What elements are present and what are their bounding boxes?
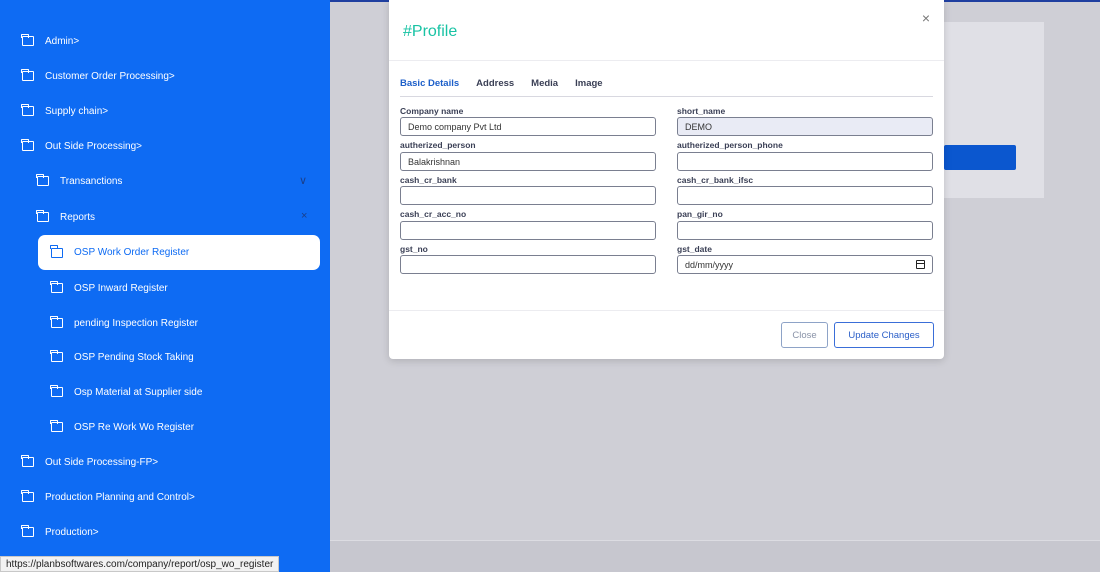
sidebar-item-label: Out Side Processing-FP> xyxy=(45,456,159,468)
cash-cr-acc-no-label: cash_cr_acc_no xyxy=(400,209,467,219)
profile-modal: #Profile × Basic Details Address Media I… xyxy=(389,0,944,359)
sidebar-item-osp-pending-stock-taking[interactable]: OSP Pending Stock Taking xyxy=(50,348,194,366)
sidebar: Admin> Customer Order Processing> Supply… xyxy=(0,0,330,572)
sidebar-item-label: Transanctions xyxy=(60,175,123,187)
sidebar-item-out-side-processing[interactable]: Out Side Processing> xyxy=(21,137,142,155)
sidebar-item-transanctions[interactable]: Transanctions xyxy=(36,172,123,190)
modal-title: #Profile xyxy=(403,23,458,40)
close-icon[interactable]: × xyxy=(301,210,307,222)
folder-icon xyxy=(50,419,63,432)
folder-icon xyxy=(21,454,34,467)
folder-icon xyxy=(50,349,63,362)
modal-tabs: Basic Details Address Media Image xyxy=(400,78,603,89)
folder-icon xyxy=(36,209,49,222)
update-changes-button[interactable]: Update Changes xyxy=(834,322,934,348)
folder-icon xyxy=(21,524,34,537)
cash-cr-bank-ifsc-label: cash_cr_bank_ifsc xyxy=(677,175,754,185)
folder-icon xyxy=(21,33,34,46)
sidebar-item-label: Supply chain> xyxy=(45,105,109,117)
background-card xyxy=(944,22,1044,198)
gst-date-label: gst_date xyxy=(677,244,712,254)
cash-cr-acc-no-input[interactable] xyxy=(400,221,656,240)
autherized-person-input[interactable]: Balakrishnan xyxy=(400,152,656,171)
sidebar-item-label: Production Planning and Control> xyxy=(45,491,195,503)
tab-address[interactable]: Address xyxy=(476,78,514,89)
sidebar-item-label: Production> xyxy=(45,526,99,538)
sidebar-item-label: Out Side Processing> xyxy=(45,140,142,152)
background-footer xyxy=(330,540,1100,572)
sidebar-item-customer-order-processing[interactable]: Customer Order Processing> xyxy=(21,67,175,85)
sidebar-item-osp-inward-register[interactable]: OSP Inward Register xyxy=(50,279,168,297)
sidebar-item-label: OSP Pending Stock Taking xyxy=(74,351,194,363)
sidebar-item-label: OSP Work Order Register xyxy=(74,247,190,258)
cash-cr-bank-label: cash_cr_bank xyxy=(400,175,457,185)
sidebar-item-label: Admin> xyxy=(45,35,80,47)
folder-icon xyxy=(21,489,34,502)
sidebar-item-out-side-processing-fp[interactable]: Out Side Processing-FP> xyxy=(21,453,159,471)
sidebar-item-production[interactable]: Production> xyxy=(21,523,99,541)
folder-icon xyxy=(21,68,34,81)
pan-gir-no-input[interactable] xyxy=(677,221,933,240)
sidebar-item-osp-material-at-supplier-side[interactable]: Osp Material at Supplier side xyxy=(50,383,203,401)
folder-icon xyxy=(50,315,63,328)
cash-cr-bank-ifsc-input[interactable] xyxy=(677,186,933,205)
company-name-input[interactable]: Demo company Pvt Ltd xyxy=(400,117,656,136)
short-name-input[interactable]: DEMO xyxy=(677,117,933,136)
calendar-icon[interactable] xyxy=(916,260,925,269)
modal-header-divider xyxy=(389,60,944,61)
sidebar-item-admin[interactable]: Admin> xyxy=(21,32,80,50)
sidebar-item-label: pending Inspection Register xyxy=(74,317,198,329)
sidebar-item-supply-chain[interactable]: Supply chain> xyxy=(21,102,109,120)
folder-icon xyxy=(36,173,49,186)
autherized-person-label: autherized_person xyxy=(400,140,476,150)
gst-date-input[interactable]: dd/mm/yyyy xyxy=(677,255,933,274)
gst-date-value: dd/mm/yyyy xyxy=(685,259,734,270)
modal-footer-divider xyxy=(389,310,944,311)
background-button xyxy=(944,145,1016,170)
folder-icon xyxy=(50,245,63,258)
company-name-label: Company name xyxy=(400,106,464,116)
gst-no-input[interactable] xyxy=(400,255,656,274)
folder-icon xyxy=(50,280,63,293)
folder-icon xyxy=(21,138,34,151)
sidebar-item-osp-work-order-register[interactable]: OSP Work Order Register xyxy=(38,235,320,270)
autherized-person-phone-label: autherized_person_phone xyxy=(677,140,783,150)
chevron-down-icon[interactable]: ∨ xyxy=(299,174,307,187)
sidebar-item-reports[interactable]: Reports xyxy=(36,208,96,226)
folder-icon xyxy=(21,103,34,116)
tab-divider xyxy=(400,96,933,97)
status-url: https://planbsoftwares.com/company/repor… xyxy=(0,556,280,572)
autherized-person-phone-input[interactable] xyxy=(677,152,933,171)
close-icon[interactable]: × xyxy=(922,10,930,26)
gst-no-label: gst_no xyxy=(400,244,428,254)
pan-gir-no-label: pan_gir_no xyxy=(677,209,723,219)
sidebar-item-label: Reports xyxy=(60,211,96,223)
tab-image[interactable]: Image xyxy=(575,78,602,89)
close-button[interactable]: Close xyxy=(781,322,828,348)
sidebar-item-label: Osp Material at Supplier side xyxy=(74,386,203,398)
sidebar-item-label: Customer Order Processing> xyxy=(45,70,175,82)
folder-icon xyxy=(50,384,63,397)
sidebar-item-pending-inspection-register[interactable]: pending Inspection Register xyxy=(50,314,198,332)
tab-media[interactable]: Media xyxy=(531,78,558,89)
sidebar-item-osp-re-work-wo-register[interactable]: OSP Re Work Wo Register xyxy=(50,418,195,436)
cash-cr-bank-input[interactable] xyxy=(400,186,656,205)
sidebar-item-label: OSP Re Work Wo Register xyxy=(74,421,195,433)
short-name-label: short_name xyxy=(677,106,726,116)
sidebar-item-production-planning-and-control[interactable]: Production Planning and Control> xyxy=(21,488,195,506)
sidebar-item-label: OSP Inward Register xyxy=(74,282,168,294)
tab-basic-details[interactable]: Basic Details xyxy=(400,78,459,89)
